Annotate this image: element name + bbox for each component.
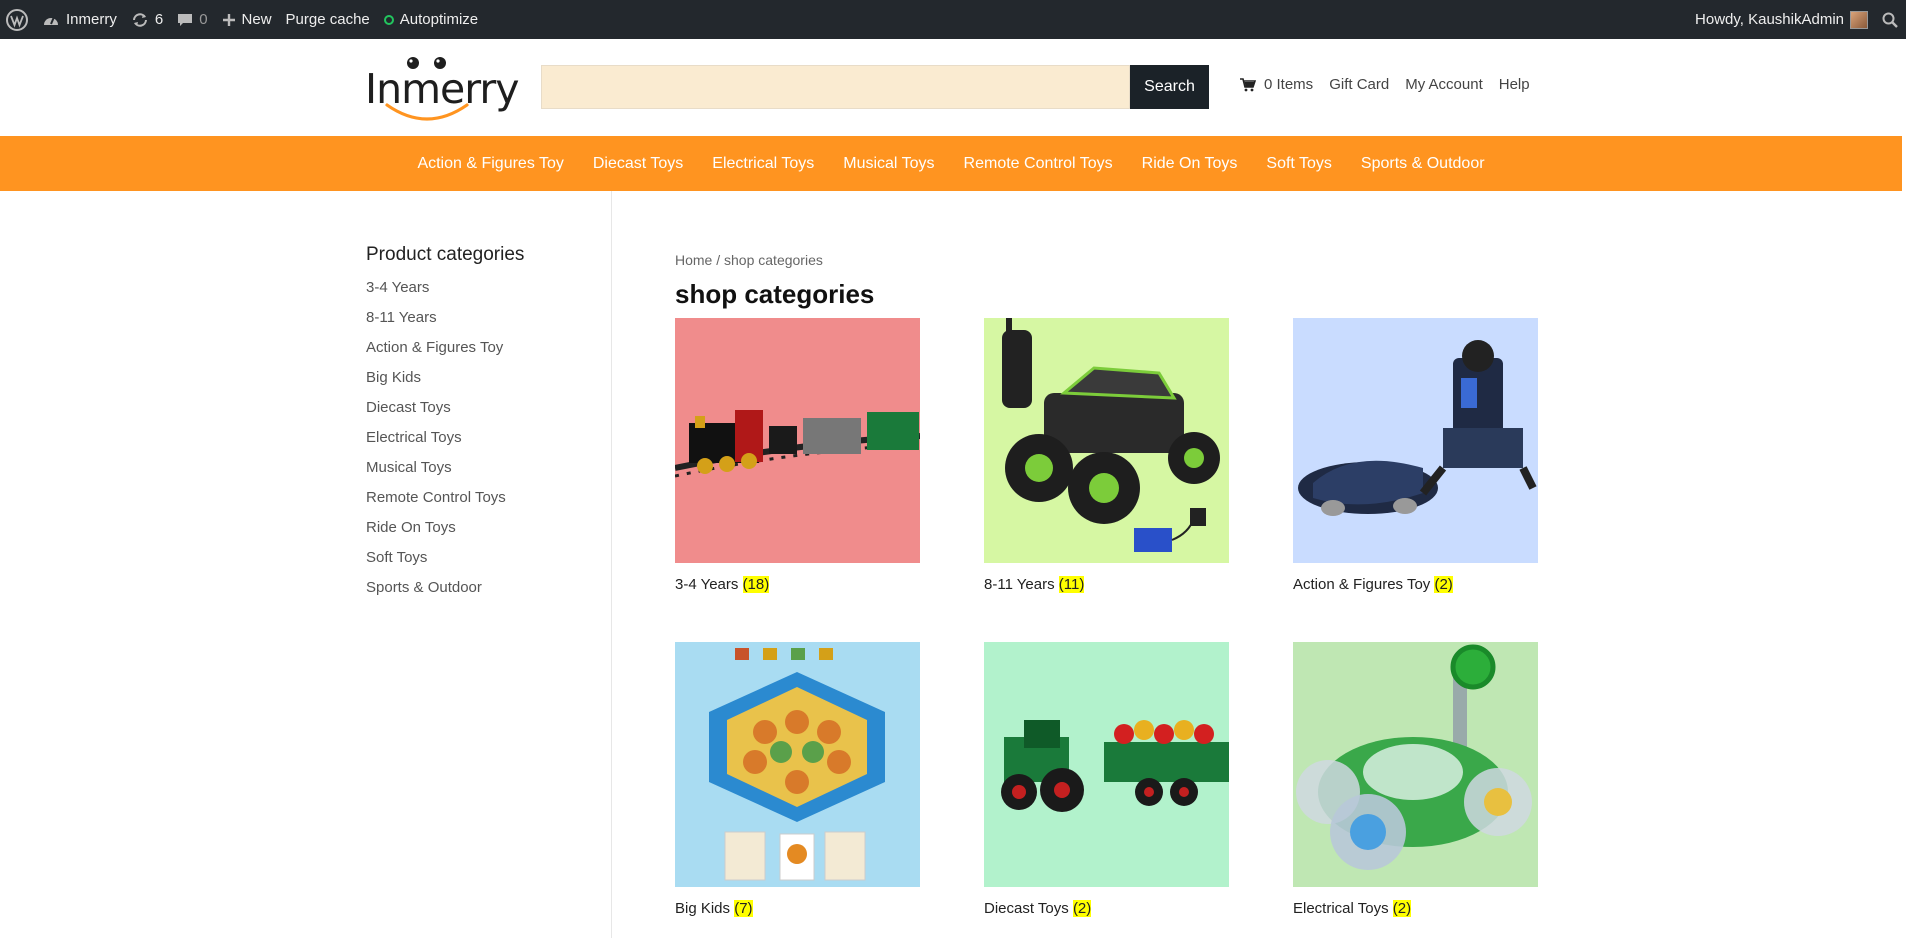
updates-count: 6 [154,11,164,28]
comments-link[interactable]: 0 [170,0,214,39]
new-label: New [241,11,272,28]
nav-item-ride-on[interactable]: Ride On Toys [1142,155,1238,173]
comments-count: 0 [199,11,208,28]
search-button[interactable]: Search [1130,65,1209,109]
category-card[interactable]: Action & Figures Toy (2) [1293,318,1538,593]
category-name: Action & Figures Toy [1293,576,1431,593]
cart-link[interactable]: 0 Items [1240,76,1313,93]
search-icon [1882,12,1898,28]
avatar [1850,10,1868,29]
nav-item-sports-outdoor[interactable]: Sports & Outdoor [1361,155,1485,173]
page-title: shop categories [675,279,875,309]
site-name: Inmerry [66,11,117,28]
greeting: Howdy, KaushikAdmin [1695,11,1844,28]
comment-icon [178,13,193,26]
account-menu[interactable]: Howdy, KaushikAdmin [1688,0,1875,39]
cart-icon [1240,77,1256,91]
wordpress-logo-icon[interactable] [0,0,35,39]
category-caption[interactable]: Diecast Toys (2) [984,900,1229,917]
category-caption[interactable]: Big Kids (7) [675,900,920,917]
sidebar-item-8-11-years[interactable]: 8-11 Years [366,306,596,336]
new-content-link[interactable]: New [215,0,279,39]
search-input[interactable] [541,65,1130,109]
category-nav: Action & Figures Toy Diecast Toys Electr… [0,136,1902,191]
status-dot-icon [383,14,394,25]
nav-item-electrical[interactable]: Electrical Toys [712,155,814,173]
category-name: Electrical Toys [1293,900,1389,917]
site-name-link[interactable]: Inmerry [35,0,124,39]
category-name: Diecast Toys [984,900,1069,917]
nav-item-action-figures[interactable]: Action & Figures Toy [417,155,563,173]
sidebar-item-3-4-years[interactable]: 3-4 Years [366,276,596,306]
updates-link[interactable]: 6 [124,0,170,39]
purge-cache-label: Purge cache [285,11,370,28]
sidebar-item-musical[interactable]: Musical Toys [366,456,596,486]
sidebar-item-electrical[interactable]: Electrical Toys [366,426,596,456]
admin-search-button[interactable] [1875,0,1906,39]
category-count: (2) [1072,900,1092,917]
search-form: Search [541,65,1209,109]
category-image-board-game[interactable] [675,642,920,887]
logo-text: Inmerry [365,65,519,113]
sidebar-item-sports-outdoor[interactable]: Sports & Outdoor [366,576,596,606]
category-image-stunt-car[interactable] [1293,642,1538,887]
category-count: (7) [734,900,753,917]
category-card[interactable]: Diecast Toys (2) [984,642,1229,917]
dashboard-icon [44,16,58,25]
help-link[interactable]: Help [1499,76,1530,93]
autoptimize-link[interactable]: Autoptimize [377,0,485,39]
header-links: 0 Items Gift Card My Account Help [1240,76,1546,93]
product-categories-widget: Product categories 3-4 Years 8-11 Years … [366,244,596,606]
nav-item-remote-control[interactable]: Remote Control Toys [964,155,1113,173]
category-card[interactable]: Electrical Toys (2) [1293,642,1538,917]
plus-icon [222,13,235,26]
sidebar-item-soft[interactable]: Soft Toys [366,546,596,576]
category-caption[interactable]: Electrical Toys (2) [1293,900,1538,917]
sidebar-list: 3-4 Years 8-11 Years Action & Figures To… [366,276,596,606]
admin-bar: Inmerry 6 0 New Purge cache Autoptimize … [0,0,1906,39]
refresh-icon [132,12,147,27]
sidebar-item-ride-on[interactable]: Ride On Toys [366,516,596,546]
category-count: (2) [1434,576,1453,593]
cart-label: 0 Items [1264,76,1314,93]
category-caption[interactable]: 3-4 Years (18) [675,576,920,593]
category-image-train[interactable] [675,318,920,563]
site-logo[interactable]: Inmerry [365,53,519,123]
content-divider [611,191,612,938]
category-card[interactable]: 8-11 Years (11) [984,318,1229,593]
nav-item-diecast[interactable]: Diecast Toys [593,155,683,173]
purge-cache-link[interactable]: Purge cache [279,0,377,39]
sidebar-item-diecast[interactable]: Diecast Toys [366,396,596,426]
category-count: (2) [1392,900,1412,917]
category-count: (18) [742,576,770,593]
nav-item-soft[interactable]: Soft Toys [1266,155,1332,173]
category-name: Big Kids [675,900,731,917]
breadcrumb: Home / shop categories [675,252,823,268]
category-count: (11) [1058,576,1085,593]
category-name: 3-4 Years [675,576,739,593]
sidebar-item-remote-control[interactable]: Remote Control Toys [366,486,596,516]
category-image-rc-car[interactable] [984,318,1229,563]
sidebar-item-action-figures[interactable]: Action & Figures Toy [366,336,596,366]
sidebar-title: Product categories [366,244,525,265]
nav-item-musical[interactable]: Musical Toys [843,155,934,173]
category-caption[interactable]: Action & Figures Toy (2) [1293,576,1538,593]
category-image-tractor[interactable] [984,642,1229,887]
autoptimize-label: Autoptimize [399,11,479,28]
my-account-link[interactable]: My Account [1405,76,1483,93]
category-name: 8-11 Years [984,576,1055,593]
category-caption[interactable]: 8-11 Years (11) [984,576,1229,593]
category-image-robot-car[interactable] [1293,318,1538,563]
sidebar-item-big-kids[interactable]: Big Kids [366,366,596,396]
category-card[interactable]: Big Kids (7) [675,642,920,917]
category-card[interactable]: 3-4 Years (18) [675,318,920,593]
gift-card-link[interactable]: Gift Card [1329,76,1389,93]
